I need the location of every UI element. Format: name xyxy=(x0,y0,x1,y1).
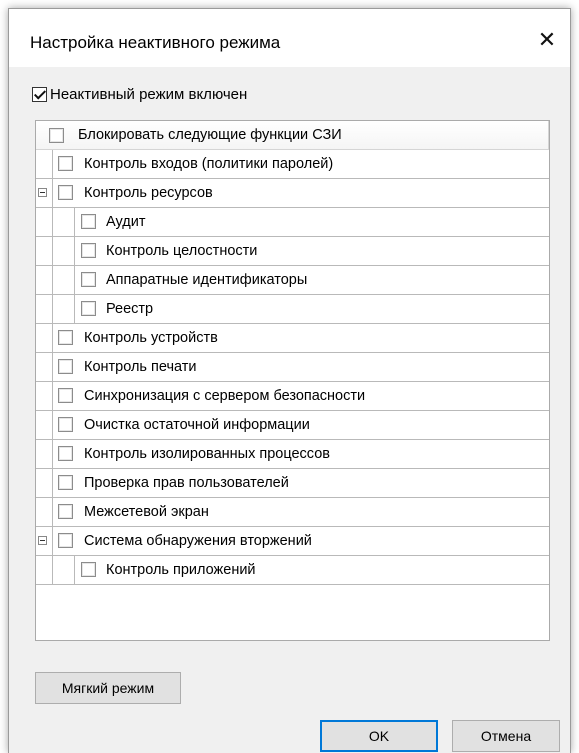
tree-item-label: Аппаратные идентификаторы xyxy=(106,272,308,288)
cancel-button[interactable]: Отмена xyxy=(452,720,560,752)
tree-indent-line xyxy=(52,324,53,353)
tree-rows: Контроль входов (политики паролей) Контро… xyxy=(36,150,549,585)
tree-item[interactable]: Межсетевой экран xyxy=(36,498,549,527)
tree-header: Блокировать следующие функции СЗИ xyxy=(36,121,549,150)
dialog-title: Настройка неактивного режима xyxy=(30,33,281,52)
tree-item[interactable]: Аппаратные идентификаторы xyxy=(36,266,549,295)
tree-indent-line xyxy=(52,382,53,411)
tree-item-checkbox[interactable] xyxy=(81,301,96,316)
tree-item[interactable]: Система обнаружения вторжений xyxy=(36,527,549,556)
tree-indent-line xyxy=(52,469,53,498)
tree-item[interactable]: Синхронизация с сервером безопасности xyxy=(36,382,549,411)
tree-item-checkbox[interactable] xyxy=(58,388,73,403)
tree-item-label: Аудит xyxy=(106,214,146,230)
tree-item-label: Реестр xyxy=(106,301,154,317)
tree-indent-line xyxy=(52,179,53,208)
tree-item-checkbox[interactable] xyxy=(58,330,73,345)
tree-item-label: Контроль входов (политики паролей) xyxy=(84,156,334,172)
tree-item-label: Контроль целостности xyxy=(106,243,258,259)
tree-indent-line xyxy=(52,266,53,295)
functions-tree[interactable]: Блокировать следующие функции СЗИ Контро… xyxy=(35,120,550,641)
tree-indent-line xyxy=(74,237,75,266)
tree-item-checkbox[interactable] xyxy=(58,475,73,490)
collapse-icon[interactable] xyxy=(38,536,47,545)
checkbox-checked-icon[interactable] xyxy=(32,86,47,102)
tree-item[interactable]: Контроль изолированных процессов xyxy=(36,440,549,469)
inactive-mode-enabled-checkbox[interactable]: Неактивный режим включен xyxy=(32,83,247,105)
tree-indent-line xyxy=(74,556,75,585)
soft-mode-button[interactable]: Мягкий режим xyxy=(35,672,181,704)
tree-item[interactable]: Контроль целостности xyxy=(36,237,549,266)
tree-indent-line xyxy=(74,208,75,237)
tree-item-label: Контроль устройств xyxy=(84,330,218,346)
close-icon[interactable]: ✕ xyxy=(532,27,562,53)
tree-indent-line xyxy=(52,498,53,527)
tree-item-checkbox[interactable] xyxy=(81,562,96,577)
tree-item[interactable]: Контроль устройств xyxy=(36,324,549,353)
tree-item-label: Контроль приложений xyxy=(106,562,256,578)
tree-item-checkbox[interactable] xyxy=(58,156,73,171)
tree-item-label: Проверка прав пользователей xyxy=(84,475,289,491)
tree-item[interactable]: Контроль печати xyxy=(36,353,549,382)
tree-indent-line xyxy=(52,295,53,324)
tree-item-label: Очистка остаточной информации xyxy=(84,417,310,433)
tree-item[interactable]: Контроль ресурсов xyxy=(36,179,549,208)
tree-item-label: Контроль печати xyxy=(84,359,197,375)
tree-indent-line xyxy=(52,440,53,469)
tree-item-label: Синхронизация с сервером безопасности xyxy=(84,388,366,404)
tree-item-checkbox[interactable] xyxy=(58,533,73,548)
tree-indent-line xyxy=(74,266,75,295)
tree-indent-line xyxy=(52,411,53,440)
inactive-mode-enabled-label: Неактивный режим включен xyxy=(50,85,248,103)
tree-item-checkbox[interactable] xyxy=(81,243,96,258)
tree-item[interactable]: Реестр xyxy=(36,295,549,324)
tree-item-checkbox[interactable] xyxy=(81,272,96,287)
collapse-icon[interactable] xyxy=(38,188,47,197)
tree-item-label: Контроль ресурсов xyxy=(84,185,213,201)
tree-indent-line xyxy=(52,527,53,556)
tree-indent-line xyxy=(52,237,53,266)
tree-item[interactable]: Контроль входов (политики паролей) xyxy=(36,150,549,179)
tree-item-label: Система обнаружения вторжений xyxy=(84,533,312,549)
title-bar: Настройка неактивного режима ✕ xyxy=(9,9,570,67)
tree-item-label: Межсетевой экран xyxy=(84,504,209,520)
tree-indent-line xyxy=(74,295,75,324)
tree-item[interactable]: Проверка прав пользователей xyxy=(36,469,549,498)
ok-button[interactable]: OK xyxy=(320,720,438,752)
header-separator xyxy=(548,121,549,149)
tree-item-checkbox[interactable] xyxy=(81,214,96,229)
tree-item[interactable]: Аудит xyxy=(36,208,549,237)
tree-item-checkbox[interactable] xyxy=(58,185,73,200)
tree-item-checkbox[interactable] xyxy=(58,446,73,461)
tree-header-label: Блокировать следующие функции СЗИ xyxy=(78,127,342,143)
tree-item[interactable]: Контроль приложений xyxy=(36,556,549,585)
tree-item-checkbox[interactable] xyxy=(58,504,73,519)
tree-item-checkbox[interactable] xyxy=(58,417,73,432)
tree-item[interactable]: Очистка остаточной информации xyxy=(36,411,549,440)
tree-item-label: Контроль изолированных процессов xyxy=(84,446,330,462)
tree-item-checkbox[interactable] xyxy=(58,359,73,374)
tree-indent-line xyxy=(52,208,53,237)
header-checkbox[interactable] xyxy=(49,127,64,143)
tree-indent-line xyxy=(52,150,53,179)
tree-indent-line xyxy=(52,556,53,585)
inactive-mode-dialog: Настройка неактивного режима ✕ Неактивны… xyxy=(8,8,571,753)
tree-indent-line xyxy=(52,353,53,382)
